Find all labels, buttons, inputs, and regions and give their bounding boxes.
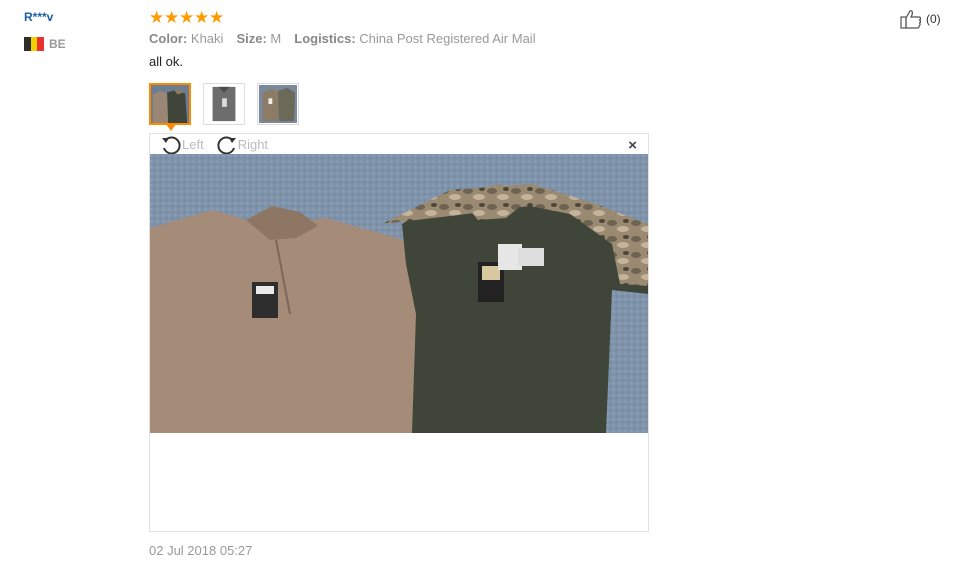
attribute-value: Khaki — [190, 31, 224, 46]
attribute-value: China Post Registered Air Mail — [359, 31, 536, 46]
active-thumbnail-pointer — [166, 124, 176, 131]
reviewer-name: R***v — [24, 10, 54, 24]
star-rating: ★ ★ ★ ★ ★ — [149, 8, 689, 26]
attribute-color: Color: Khaki — [149, 31, 223, 46]
star-icon: ★ — [164, 7, 180, 27]
attribute-size: Size: M — [236, 31, 281, 46]
star-icon: ★ — [194, 7, 210, 27]
photo-thumbnails — [149, 83, 299, 131]
attribute-logistics: Logistics: China Post Registered Air Mai… — [294, 31, 535, 46]
order-attributes: Color: Khaki Size: M Logistics: China Po… — [149, 31, 689, 46]
feedback-body: ★ ★ ★ ★ ★ Color: Khaki Size: M Logistics… — [149, 8, 689, 70]
star-icon: ★ — [179, 7, 195, 27]
shirt-photo-large — [150, 154, 648, 433]
shirt-photo-thumbnail — [205, 85, 243, 123]
rotate-right-button[interactable]: Right — [216, 134, 268, 156]
country-code: BE — [49, 37, 66, 51]
rotate-left-label: Left — [182, 137, 204, 152]
rotate-right-icon — [217, 136, 236, 154]
review-date: 02 Jul 2018 05:27 — [149, 543, 253, 558]
thumb-up-icon — [900, 10, 922, 29]
rotate-right-label: Right — [237, 137, 269, 152]
attribute-label: Logistics: — [294, 31, 356, 46]
rotate-left-button[interactable]: Left — [160, 134, 204, 156]
belgium-flag-icon — [24, 37, 45, 51]
reviewer-country: BE — [24, 37, 134, 51]
rotate-left-icon — [162, 136, 181, 154]
attribute-label: Color: — [149, 31, 188, 46]
shirt-photo-thumbnail — [151, 85, 189, 123]
thumbnail-photo-1[interactable] — [149, 83, 191, 131]
helpful-button[interactable]: (0) — [900, 9, 941, 29]
review-text: all ok. — [149, 54, 183, 69]
star-icon: ★ — [209, 7, 225, 27]
star-icon: ★ — [149, 7, 165, 27]
image-viewer: Left Right × — [149, 133, 649, 532]
attribute-label: Size: — [236, 31, 267, 46]
thumbnail-photo-2[interactable] — [203, 83, 245, 125]
viewer-toolbar: Left Right — [160, 134, 268, 155]
shirt-photo-thumbnail — [259, 85, 297, 123]
thumbnail-photo-3[interactable] — [257, 83, 299, 125]
helpful-count: (0) — [926, 12, 941, 26]
attribute-value: M — [270, 31, 282, 46]
close-viewer-button[interactable]: × — [628, 138, 637, 153]
reviewer-info: R***v BE — [24, 10, 134, 51]
